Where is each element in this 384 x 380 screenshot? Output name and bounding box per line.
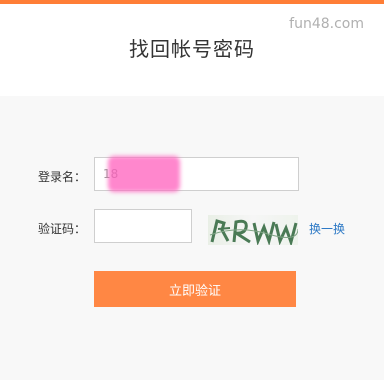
username-label: 登录名： bbox=[38, 170, 87, 184]
captcha-label: 验证码： bbox=[38, 222, 87, 236]
username-field[interactable] bbox=[94, 157, 299, 191]
captcha-image bbox=[208, 215, 298, 245]
captcha-field[interactable] bbox=[94, 209, 192, 243]
captcha-glyphs bbox=[209, 219, 298, 245]
site-watermark: fun48.com bbox=[289, 16, 364, 32]
verify-button[interactable]: 立即验证 bbox=[94, 271, 296, 307]
page-title: 找回帐号密码 bbox=[129, 37, 255, 61]
refresh-captcha-link[interactable]: 换一换 bbox=[309, 220, 345, 237]
